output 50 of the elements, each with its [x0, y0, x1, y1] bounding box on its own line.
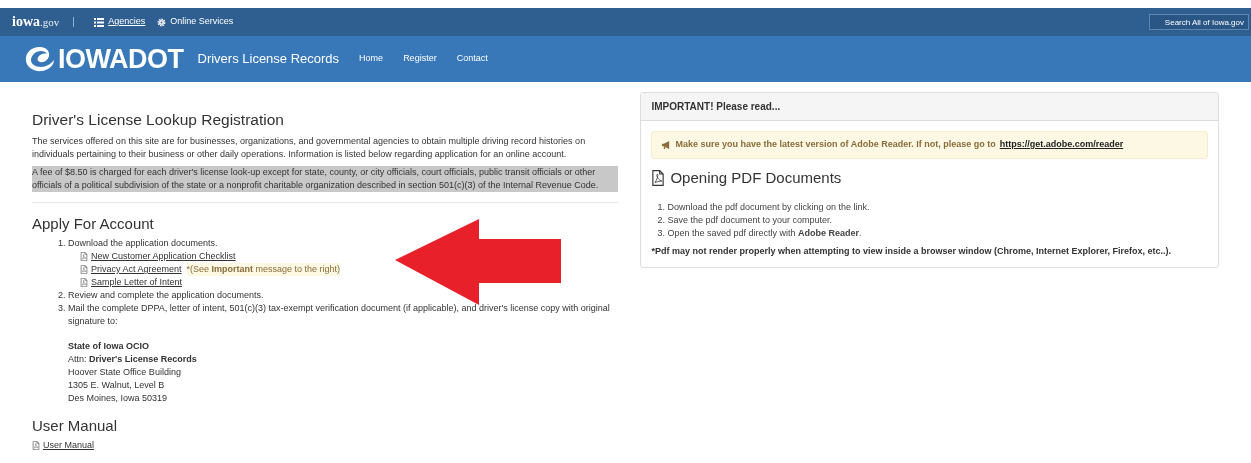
- gear-icon: [157, 17, 167, 27]
- pdf-file-icon: [80, 265, 88, 274]
- step-text: Download the application documents.: [68, 237, 218, 250]
- fee-notice: A fee of $8.50 is charged for each driver's license look-up except for state, county, or city officials, court officials, public transit officials or other officials of a political subdivision of the state or a nonprofit charitable organization described in section 501(c)(3) of the Internal Revenue Code.: [32, 166, 619, 192]
- nav-link[interactable]: Register: [403, 52, 437, 66]
- pdf-footnote: *Pdf may not render properly when attempting to view inside a browser window (Chrome, Internet Explorer, Firefox, etc..).: [651, 245, 1173, 258]
- address-line: 1305 E. Walnut, Level B: [68, 379, 166, 392]
- alert-text: Make sure you have the latest version of Adobe Reader. If not, please go to: [675, 138, 996, 151]
- adobe-link[interactable]: https://get.adobe.com/reader: [999, 138, 1124, 152]
- pdf-file-icon: [651, 169, 666, 186]
- iowadot-logo[interactable]: IOWADOT: [24, 45, 184, 73]
- step-text: Mail the complete DPPA, letter of intent, 501(c)(3) tax-exempt verification document (if applicable), and driver's license copy with original signature to:: [68, 302, 611, 328]
- nav-link[interactable]: Contact: [456, 52, 488, 66]
- section-title: User Manual: [32, 417, 119, 435]
- section-title: Apply For Account: [32, 215, 155, 233]
- step-number: 1.: [657, 201, 666, 214]
- important-note: *(See Important message to the right): [186, 263, 341, 276]
- top-link[interactable]: Online Services: [170, 15, 234, 29]
- document-link[interactable]: Sample Letter of Intent: [91, 276, 183, 289]
- address-line: Des Moines, Iowa 50319: [68, 392, 169, 405]
- address-line: Hoover State Office Building: [68, 366, 182, 379]
- manual-link[interactable]: User Manual: [43, 439, 95, 452]
- search-field[interactable]: Search All of Iowa.gov: [1149, 14, 1249, 30]
- swoosh-logo-icon: [24, 45, 56, 73]
- top-link[interactable]: Agencies: [108, 15, 146, 29]
- address-line: Attn: Driver's License Records: [68, 353, 198, 366]
- step-number: 2.: [58, 289, 67, 302]
- step-text: Review and complete the application documents.: [68, 289, 264, 302]
- pdf-file-icon: [80, 278, 88, 287]
- step-number: 1.: [58, 237, 67, 250]
- step-number: 3.: [657, 227, 666, 240]
- page-title: Driver's License Lookup Registration: [32, 110, 285, 130]
- pdf-file-icon: [80, 252, 88, 261]
- pdf-file-icon: [32, 441, 40, 450]
- megaphone-icon: [662, 140, 672, 149]
- panel-title: Opening PDF Documents: [670, 167, 842, 188]
- nav-link[interactable]: Home: [359, 52, 384, 66]
- list-icon: [94, 17, 105, 27]
- address-line: State of Iowa OCIO: [68, 340, 150, 353]
- intro-paragraph: The services offered on this site are for businesses, organizations, and governmental agencies to obtain multiple driving record histories on individuals pertaining to their business or other daily operations. Information is listed below regarding application for an online account.: [32, 135, 587, 161]
- panel-heading: IMPORTANT! Please read...: [641, 93, 1218, 121]
- document-link[interactable]: New Customer Application Checklist: [91, 250, 236, 263]
- step-text: Save the pdf document to your computer.: [667, 214, 833, 227]
- step-number: 3.: [58, 302, 67, 315]
- step-text: Download the pdf document by clicking on the link.: [667, 201, 870, 214]
- step-number: 2.: [657, 214, 666, 227]
- step-text: Open the saved pdf directly with Adobe Reader.: [667, 227, 862, 240]
- iowa-gov-logo[interactable]: iowa.gov: [12, 15, 60, 29]
- site-title[interactable]: Drivers License Records: [197, 49, 340, 69]
- document-link[interactable]: Privacy Act Agreement: [91, 263, 182, 276]
